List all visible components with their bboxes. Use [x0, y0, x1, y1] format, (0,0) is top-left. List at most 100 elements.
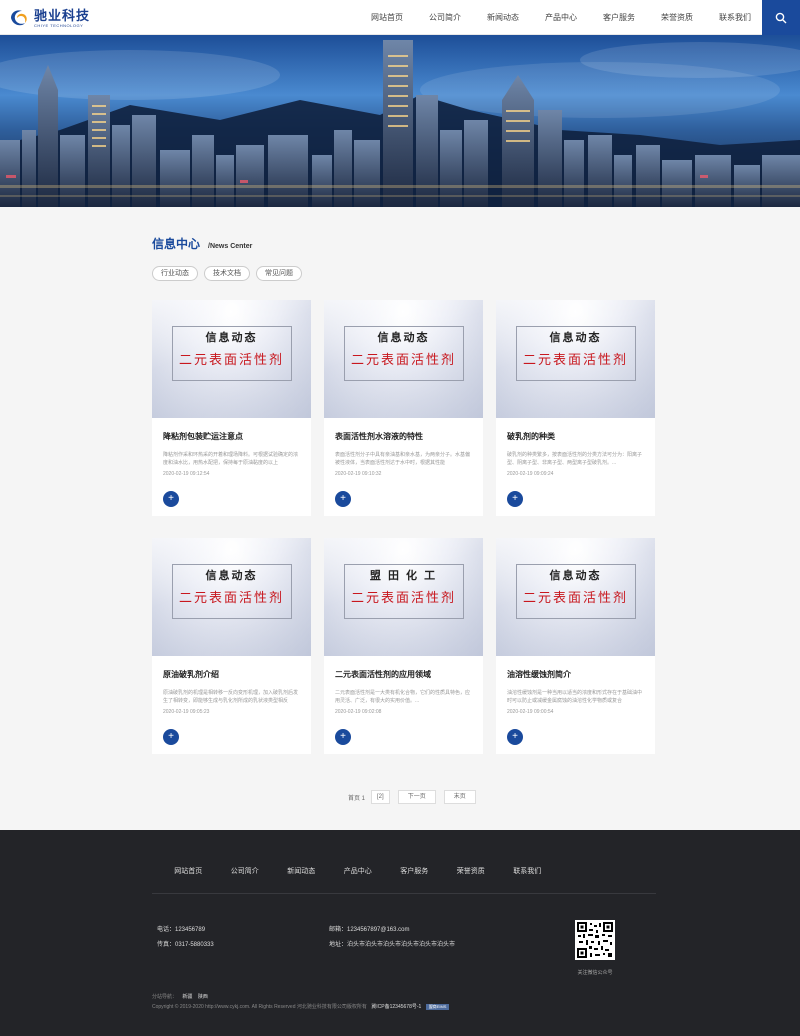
tab-tech-docs[interactable]: 技术文档	[204, 266, 250, 281]
banner-cityscape-image	[0, 35, 800, 207]
site-links: 分站导航： 新疆 陕西	[152, 993, 208, 1000]
more-button[interactable]: +	[335, 729, 351, 745]
card-image-text: 二元表面活性剂	[178, 353, 284, 368]
card-image-heading: 信息动态	[549, 332, 602, 344]
card-image-heading: 信息动态	[549, 570, 602, 582]
site-links-label: 分站导航：	[152, 994, 178, 1000]
news-card-image: 盟 田 化 工 二元表面活性剂	[324, 538, 483, 656]
card-image-text: 二元表面活性剂	[522, 591, 628, 606]
news-title[interactable]: 油溶性缓蚀剂简介	[507, 669, 644, 680]
footer-fax: 传真：0317-5880333	[157, 942, 214, 948]
plus-icon: +	[340, 493, 346, 504]
plus-icon: +	[340, 731, 346, 742]
section-title: 信息中心	[152, 237, 201, 251]
footer-address: 地址：泊头市泊头市泊头市泊头市泊头市泊头市	[329, 942, 456, 948]
card-image-text: 二元表面活性剂	[178, 591, 284, 606]
plus-icon: +	[168, 731, 174, 742]
news-title[interactable]: 原油破乳剂介绍	[163, 669, 300, 680]
search-button[interactable]	[762, 0, 800, 35]
logo-icon	[8, 7, 30, 29]
news-card[interactable]: 信息动态 二元表面活性剂 降粘剂包装贮运注意点 降粘剂作采和环热采的开着和理场降…	[152, 300, 311, 516]
more-button[interactable]: +	[507, 729, 523, 745]
plus-icon: +	[168, 493, 174, 504]
news-title[interactable]: 表面活性剂水溶液的特性	[335, 431, 472, 442]
site-link-shaanxi[interactable]: 陕西	[198, 994, 208, 1000]
nav-about[interactable]: 公司简介	[416, 0, 474, 35]
nav-contact[interactable]: 联系我们	[706, 0, 764, 35]
copyright-text: Copyright © 2019-2020 http://www.cykj.co…	[152, 1004, 367, 1010]
news-title[interactable]: 二元表面活性剂的应用领域	[335, 669, 472, 680]
news-desc: 二元表面活性剂是一大类有机化合物，它们的性质具特色，应用灵活、广泛，有很大的实用…	[335, 690, 471, 704]
logo-title: 驰业科技	[34, 7, 91, 23]
footer-nav-home[interactable]: 网站首页	[160, 866, 217, 876]
card-image-text: 二元表面活性剂	[522, 353, 628, 368]
more-button[interactable]: +	[507, 491, 523, 507]
card-image-heading: 盟 田 化 工	[369, 570, 438, 582]
nav-products[interactable]: 产品中心	[532, 0, 590, 35]
tab-industry-news[interactable]: 行业动态	[152, 266, 198, 281]
section-header: 信息中心 /News Center	[152, 235, 252, 252]
news-card-image: 信息动态 二元表面活性剂	[324, 300, 483, 418]
cms-badge[interactable]: 盟商EIMS	[425, 1004, 450, 1010]
card-image-heading: 信息动态	[205, 570, 258, 582]
news-date: 2020-02-19 09:00:54	[507, 709, 554, 715]
pagination-first[interactable]: 首页 1	[348, 793, 365, 802]
copyright: Copyright © 2019-2020 http://www.cykj.co…	[152, 1003, 450, 1010]
card-image-heading: 信息动态	[205, 332, 258, 344]
plus-icon: +	[512, 493, 518, 504]
news-card[interactable]: 信息动态 二元表面活性剂 破乳剂的种类 破乳剂的种类繁多，按表面活性剂的分类方法…	[496, 300, 655, 516]
tab-faq[interactable]: 常见问题	[256, 266, 302, 281]
pagination-next[interactable]: 下一页	[397, 790, 436, 804]
news-date: 2020-02-19 09:10:32	[335, 471, 382, 477]
news-date: 2020-02-19 09:02:08	[335, 709, 382, 715]
logo-subtitle: CHIYE TECHNOLOGY	[34, 22, 84, 28]
nav-honors[interactable]: 荣誉资质	[648, 0, 706, 35]
news-card-image: 信息动态 二元表面活性剂	[496, 300, 655, 418]
footer-nav-service[interactable]: 客户服务	[386, 866, 443, 876]
footer-nav-about[interactable]: 公司简介	[217, 866, 274, 876]
news-desc: 破乳剂的种类繁多，按表面活性剂的分类方法可分为：阳离子型、阴离子型、非离子型、两…	[507, 452, 643, 466]
more-button[interactable]: +	[163, 729, 179, 745]
main-nav: 网站首页 公司简介 新闻动态 产品中心 客户服务 荣誉资质 联系我们	[358, 0, 764, 35]
qr-caption: 关注微信公众号	[577, 970, 613, 976]
more-button[interactable]: +	[335, 491, 351, 507]
plus-icon: +	[512, 731, 518, 742]
more-button[interactable]: +	[163, 491, 179, 507]
news-date: 2020-02-19 09:05:23	[163, 709, 210, 715]
news-title[interactable]: 破乳剂的种类	[507, 431, 644, 442]
footer-nav-products[interactable]: 产品中心	[330, 866, 387, 876]
news-desc: 表面活性剂分子中具有亲油基和亲水基，为两亲分子。水基偏被性液体，当表面活性剂达于…	[335, 452, 471, 466]
pagination: 首页 1 [2] 下一页 末页	[348, 790, 484, 804]
pagination-last[interactable]: 末页	[443, 790, 476, 804]
site-link-xinjiang[interactable]: 新疆	[182, 994, 192, 1000]
nav-news[interactable]: 新闻动态	[474, 0, 532, 35]
nav-service[interactable]: 客户服务	[590, 0, 648, 35]
news-card[interactable]: 信息动态 二元表面活性剂 原油破乳剂介绍 原油破乳剂的机理是相转移一反向变形机理…	[152, 538, 311, 754]
pagination-current[interactable]: [2]	[371, 790, 390, 804]
logo[interactable]: 驰业科技 CHIYE TECHNOLOGY	[8, 7, 90, 29]
icp-link[interactable]: 冀ICP备12345678号-1	[371, 1004, 421, 1010]
site-header: 驰业科技 CHIYE TECHNOLOGY 网站首页 公司简介 新闻动态 产品中…	[0, 0, 800, 35]
footer-nav: 网站首页 公司简介 新闻动态 产品中心 客户服务 荣誉资质 联系我们	[160, 866, 656, 876]
site-footer: 网站首页 公司简介 新闻动态 产品中心 客户服务 荣誉资质 联系我们 电话：12…	[0, 830, 800, 1036]
footer-nav-news[interactable]: 新闻动态	[273, 866, 330, 876]
news-desc: 降粘剂作采和环热采的开着和理场降料。可根据试验确定的浓度和油水比，用热水配把，保…	[163, 452, 299, 466]
footer-nav-contact[interactable]: 联系我们	[499, 866, 556, 876]
news-desc: 原油破乳剂的机理是相转移一反向变形机理，加入破乳剂后发生了相转变，即能够生成与乳…	[163, 690, 299, 704]
news-card-image: 信息动态 二元表面活性剂	[152, 538, 311, 656]
news-title[interactable]: 降粘剂包装贮运注意点	[163, 431, 300, 442]
nav-home[interactable]: 网站首页	[358, 0, 416, 35]
footer-divider	[152, 893, 656, 894]
news-card-image: 信息动态 二元表面活性剂	[496, 538, 655, 656]
news-card[interactable]: 盟 田 化 工 二元表面活性剂 二元表面活性剂的应用领域 二元表面活性剂是一大类…	[324, 538, 483, 754]
news-card[interactable]: 信息动态 二元表面活性剂 油溶性缓蚀剂简介 油溶性缓蚀剂是一种当用以适当的浓度和…	[496, 538, 655, 754]
section-subtitle: /News Center	[208, 243, 253, 250]
news-date: 2020-02-19 09:09:24	[507, 471, 554, 477]
card-image-text: 二元表面活性剂	[350, 353, 456, 368]
search-icon	[775, 12, 787, 23]
card-image-heading: 信息动态	[377, 332, 430, 344]
footer-nav-honors[interactable]: 荣誉资质	[443, 866, 500, 876]
news-date: 2020-02-19 09:12:54	[163, 471, 210, 477]
news-desc: 油溶性缓蚀剂是一种当用以适当的浓度和形式存在于基础油中时可以防止或减缓金属腐蚀的…	[507, 690, 643, 704]
news-card[interactable]: 信息动态 二元表面活性剂 表面活性剂水溶液的特性 表面活性剂分子中具有亲油基和亲…	[324, 300, 483, 516]
